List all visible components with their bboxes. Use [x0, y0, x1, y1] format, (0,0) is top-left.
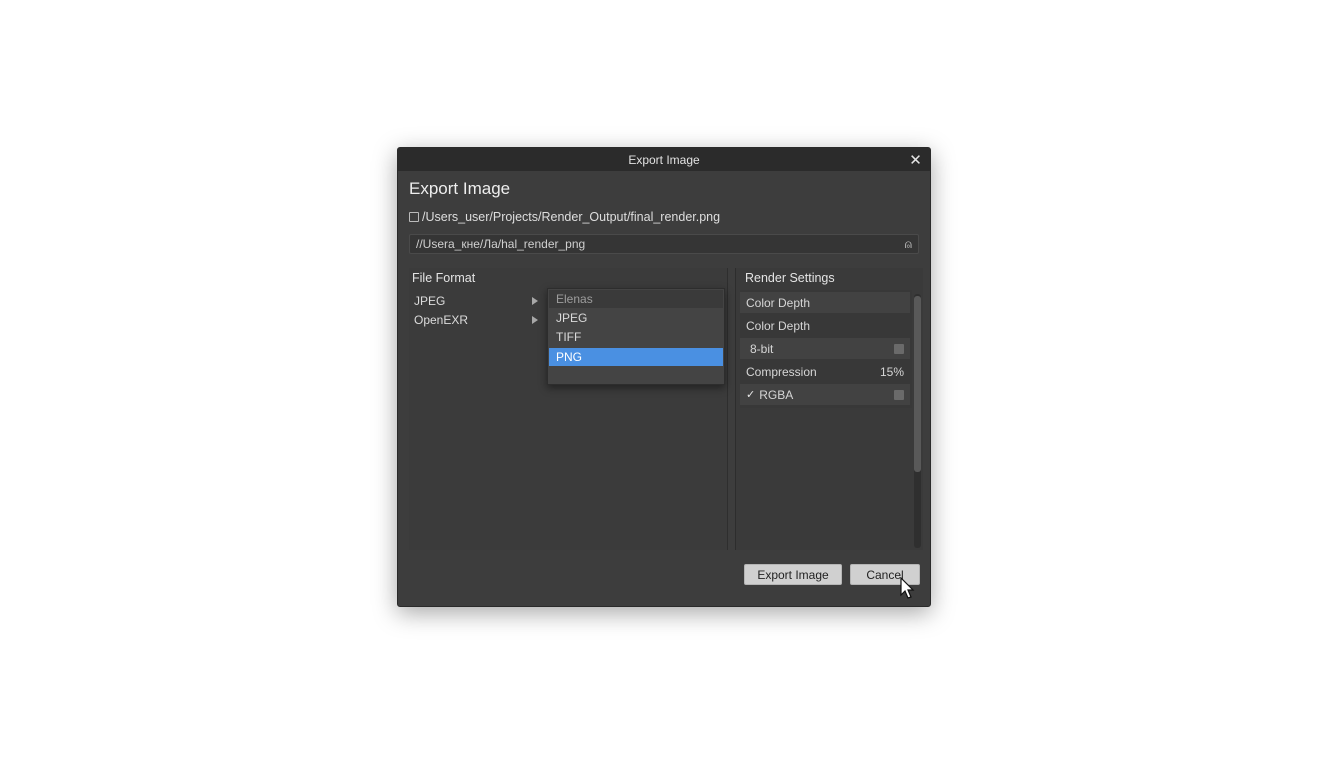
- file-path-display: /Users_user/Projects/Render_Output/final…: [409, 210, 720, 224]
- dropdown-option-png[interactable]: PNG: [549, 348, 723, 366]
- setting-label: 8-bit: [750, 341, 774, 356]
- dropdown-option-tiff[interactable]: TIFF: [549, 328, 723, 346]
- file-format-title: File Format: [412, 271, 476, 285]
- setting-row-color-depth-2[interactable]: Color Depth: [740, 315, 910, 336]
- setting-label: Color Depth: [746, 318, 811, 333]
- 8bit-checkbox[interactable]: [894, 343, 904, 354]
- render-settings-list: Color Depth Color Depth 8-bit Compressio…: [740, 290, 912, 408]
- format-item-openexr[interactable]: OpenEXR: [414, 311, 540, 329]
- setting-row-rgba[interactable]: ✓ RGBA: [740, 384, 910, 405]
- setting-row-8bit[interactable]: 8-bit: [740, 338, 910, 359]
- dropdown-header: Elenas: [549, 290, 723, 308]
- render-settings-panel: Render Settings Color Depth Color Depth …: [735, 268, 923, 550]
- setting-row-color-depth[interactable]: Color Depth: [740, 292, 910, 313]
- dropdown-option-jpeg[interactable]: JPEG: [549, 309, 723, 327]
- path-input[interactable]: [410, 235, 902, 253]
- chevron-right-icon: [532, 316, 538, 324]
- dialog-heading: Export Image: [409, 179, 511, 198]
- title-bar[interactable]: Export Image ✕: [398, 148, 930, 171]
- rgba-option[interactable]: ✓ RGBA: [746, 388, 793, 402]
- setting-row-compression[interactable]: Compression 15%: [740, 361, 910, 382]
- window-title: Export Image: [628, 152, 700, 167]
- path-field[interactable]: ⍝: [409, 234, 919, 254]
- render-settings-title: Render Settings: [745, 271, 835, 285]
- chevron-right-icon: [532, 297, 538, 305]
- format-item-label: JPEG: [414, 294, 446, 308]
- file-icon: [409, 212, 419, 222]
- compression-value[interactable]: 15%: [880, 365, 904, 379]
- setting-label: RGBA: [759, 387, 794, 402]
- format-item-label: OpenEXR: [414, 313, 469, 327]
- browse-icon[interactable]: ⍝: [905, 237, 912, 252]
- checkmark-icon[interactable]: ✓: [746, 388, 755, 401]
- export-dialog: Export Image ✕ Export Image /Users_user/…: [397, 147, 931, 607]
- format-item-jpeg[interactable]: JPEG: [414, 292, 540, 310]
- rgba-checkbox[interactable]: [894, 389, 904, 400]
- close-icon[interactable]: ✕: [907, 151, 924, 169]
- format-dropdown-menu: Elenas JPEG TIFF PNG: [547, 288, 725, 385]
- export-image-button[interactable]: Export Image: [744, 564, 842, 585]
- settings-scrollbar-thumb[interactable]: [914, 296, 921, 472]
- setting-label: Color Depth: [746, 295, 811, 310]
- mouse-cursor-icon: [900, 577, 915, 599]
- file-path-text: /Users_user/Projects/Render_Output/final…: [422, 210, 721, 224]
- setting-label: Compression: [746, 364, 817, 379]
